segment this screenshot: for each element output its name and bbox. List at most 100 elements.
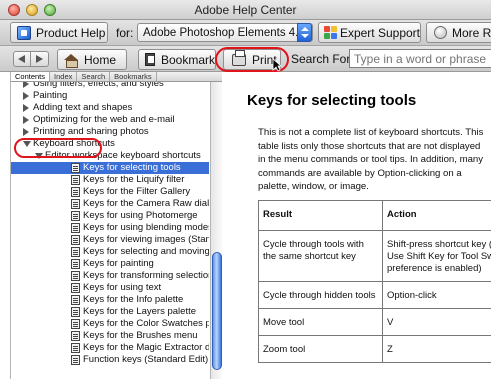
tree-page-item[interactable]: Keys for the Magic Extractor dialog b	[11, 342, 209, 354]
tree-page-item[interactable]: Keys for the Brushes menu	[11, 330, 209, 342]
product-select[interactable]: Adobe Photoshop Elements 4.0	[137, 23, 313, 42]
tree-item-label: Keys for transforming selections and	[83, 270, 209, 281]
shortcut-table: Result Action Cycle through tools with t…	[258, 200, 491, 363]
tree-folder-item[interactable]: Keyboard shortcuts	[11, 138, 209, 150]
table-cell-result: Cycle through hidden tools	[258, 281, 383, 309]
bookmark-label: Bookmark	[160, 52, 215, 67]
tree-page-item[interactable]: Keys for using text	[11, 282, 209, 294]
bookmark-button[interactable]: Bookmark	[138, 49, 216, 70]
search-input[interactable]	[349, 49, 491, 68]
contents-tree: Using filters, effects, and styles Painti…	[11, 82, 209, 379]
page-icon	[71, 271, 80, 281]
window-title: Adobe Help Center	[194, 3, 297, 17]
tree-item-label: Keys for viewing images (Standard Edi	[83, 234, 209, 245]
table-cell-result: Move tool	[258, 308, 383, 336]
tree-page-item[interactable]: Keys for selecting tools	[11, 162, 209, 174]
select-arrows-icon	[297, 23, 312, 42]
content-pane: Keys for selecting tools This is not a c…	[222, 72, 491, 379]
back-arrow-icon[interactable]	[13, 51, 31, 67]
tree-item-label: Printing and sharing photos	[33, 126, 149, 137]
mouse-pointer-icon	[272, 58, 282, 72]
page-icon	[71, 355, 80, 365]
table-cell-result: Zoom tool	[258, 335, 383, 363]
expert-support-button[interactable]: Expert Support	[318, 22, 421, 43]
product-help-label: Product Help	[36, 25, 106, 40]
expert-support-icon	[324, 25, 337, 40]
tab-contents[interactable]: Contents	[11, 72, 51, 81]
intro-paragraph: This is not a complete list of keyboard …	[258, 127, 484, 192]
tree-page-item[interactable]: Function keys (Standard Edit)	[11, 354, 209, 366]
title-bar: Adobe Help Center	[0, 0, 491, 20]
tree-page-item[interactable]: Keys for viewing images (Standard Edi	[11, 234, 209, 246]
tab-bookmarks[interactable]: Bookmarks	[110, 72, 157, 81]
disclosure-triangle-open-icon[interactable]	[23, 141, 31, 147]
tree-item-label: Keys for using Photomerge	[83, 210, 198, 221]
tree-folder-item[interactable]: Printing and sharing photos	[11, 126, 209, 138]
expert-support-label: Expert Support	[339, 25, 420, 40]
tree-folder-item[interactable]: Editor workspace keyboard shortcuts	[11, 150, 209, 162]
tree-page-item[interactable]: Keys for the Camera Raw dialog box	[11, 198, 209, 210]
disclosure-triangle-closed-icon[interactable]	[23, 92, 29, 100]
page-icon	[71, 283, 80, 293]
product-select-value: Adobe Photoshop Elements 4.0	[143, 27, 305, 39]
tree-page-item[interactable]: Keys for using blending modes	[11, 222, 209, 234]
tree-item-label: Keys for using blending modes	[83, 222, 209, 233]
tree-page-item[interactable]: Keys for the Info palette	[11, 294, 209, 306]
disclosure-triangle-open-icon[interactable]	[35, 153, 43, 159]
page-icon	[71, 307, 80, 317]
tree-item-label: Keys for the Info palette	[83, 294, 184, 305]
table-cell-action: Option-click	[382, 281, 491, 309]
tree-page-item[interactable]: Keys for the Filter Gallery	[11, 186, 209, 198]
disclosure-triangle-closed-icon[interactable]	[23, 104, 29, 112]
disclosure-triangle-closed-icon[interactable]	[23, 82, 29, 88]
tree-page-item[interactable]: Keys for selecting and moving object	[11, 246, 209, 258]
disclosure-triangle-closed-icon[interactable]	[23, 128, 29, 136]
nav-tabs: Contents Index Search Bookmarks	[11, 72, 222, 82]
page-icon	[71, 187, 80, 197]
column-header-result: Result	[258, 200, 383, 231]
home-button[interactable]: Home	[57, 49, 127, 70]
page-title: Keys for selecting tools	[247, 92, 417, 109]
page-icon	[71, 163, 80, 173]
tree-item-label: Keys for the Layers palette	[83, 306, 197, 317]
tree-scrollbar-thumb[interactable]	[212, 252, 222, 370]
more-resources-icon	[434, 26, 447, 39]
tree-page-item[interactable]: Keys for the Color Swatches palette	[11, 318, 209, 330]
tree-item-label: Keys for using text	[83, 282, 162, 293]
tree-page-item[interactable]: Keys for painting	[11, 258, 209, 270]
tree-item-label: Keyboard shortcuts	[33, 138, 115, 149]
tab-index[interactable]: Index	[50, 72, 78, 81]
more-resources-button[interactable]: More Re	[426, 22, 491, 43]
page-icon	[71, 175, 80, 185]
tree-item-label: Keys for the Camera Raw dialog box	[83, 198, 209, 209]
page-icon	[71, 331, 80, 341]
page-icon	[71, 235, 80, 245]
home-icon	[64, 53, 78, 68]
table-cell-action: Shift-press shortcut key (when Use Shift…	[382, 230, 491, 282]
tree-scrollbar[interactable]	[210, 82, 222, 379]
table-cell-result: Cycle through tools with the same shortc…	[258, 230, 383, 282]
product-help-icon	[17, 25, 31, 40]
tab-search[interactable]: Search	[77, 72, 111, 81]
tree-folder-item[interactable]: Adding text and shapes	[11, 102, 209, 114]
tree-folder-item[interactable]: Optimizing for the web and e-mail	[11, 114, 209, 126]
tree-folder-item[interactable]: Painting	[11, 90, 209, 102]
forward-arrow-icon[interactable]	[31, 51, 49, 67]
page-icon	[71, 343, 80, 353]
for-label: for:	[116, 26, 134, 40]
tree-item-label: Editor workspace keyboard shortcuts	[45, 150, 201, 161]
printer-icon	[232, 49, 246, 66]
tree-page-item[interactable]: Keys for the Layers palette	[11, 306, 209, 318]
disclosure-triangle-closed-icon[interactable]	[23, 116, 29, 124]
tree-page-item[interactable]: Keys for using Photomerge	[11, 210, 209, 222]
tree-item-label: Keys for the Filter Gallery	[83, 186, 191, 197]
table-row: Move tool V	[258, 308, 491, 336]
tree-folder-item[interactable]: Using filters, effects, and styles	[11, 82, 209, 90]
tree-item-label: Adding text and shapes	[33, 102, 133, 113]
tree-item-label: Keys for the Magic Extractor dialog b	[83, 342, 209, 353]
main-toolbar: Product Help for: Adobe Photoshop Elemen…	[0, 20, 491, 46]
tree-page-item[interactable]: Keys for transforming selections and	[11, 270, 209, 282]
tree-page-item[interactable]: Keys for the Liquify filter	[11, 174, 209, 186]
product-help-button[interactable]: Product Help	[10, 22, 108, 43]
page-icon	[71, 223, 80, 233]
